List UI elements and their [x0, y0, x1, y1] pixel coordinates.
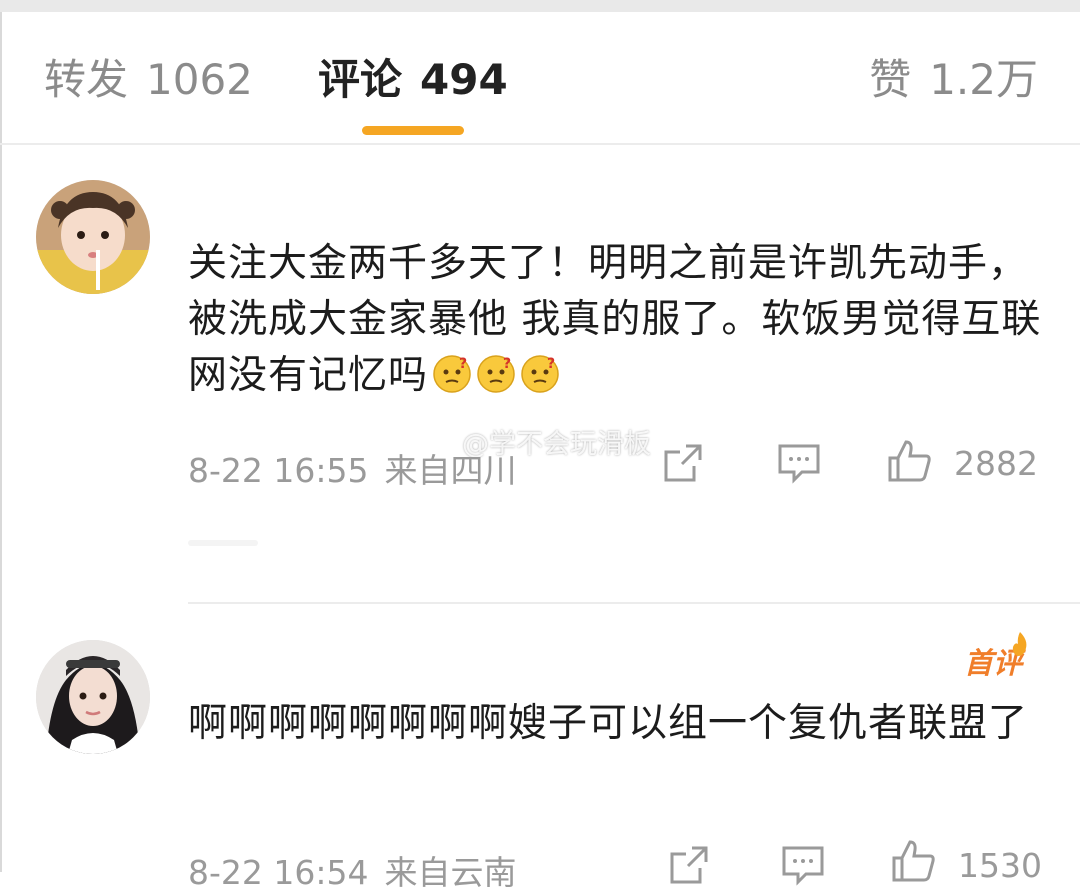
tab-comments-label: 评论: [318, 55, 403, 104]
tab-likes[interactable]: 赞 1.2万: [869, 56, 1038, 104]
avatar[interactable]: [36, 640, 150, 754]
share-icon[interactable]: [660, 440, 706, 486]
faint-mark: [188, 540, 258, 546]
svg-text:?: ?: [459, 356, 468, 372]
comment-body: 啊啊啊啊啊啊啊啊嫂子可以组一个复仇者联盟了: [188, 701, 1029, 746]
tabs-divider: [0, 143, 1080, 145]
tab-likes-count: 1.2万: [929, 55, 1038, 104]
like-icon[interactable]: [886, 438, 932, 484]
reply-icon[interactable]: [776, 440, 822, 486]
tab-comments-count: 494: [420, 55, 508, 104]
share-icon[interactable]: [666, 842, 712, 888]
thinking-emoji-icon: ?: [433, 355, 471, 393]
svg-text:?: ?: [503, 356, 512, 372]
like-count: 1530: [958, 846, 1042, 885]
flame-icon: [1012, 632, 1027, 656]
tab-forward-count: 1062: [146, 55, 253, 104]
like-icon[interactable]: [890, 838, 936, 884]
comment-meta: 8-22 16:55 来自四川: [188, 444, 517, 492]
tab-forward[interactable]: 转发 1062: [44, 56, 253, 104]
status-strip: [0, 0, 1080, 12]
tab-likes-label: 赞: [869, 55, 912, 104]
reply-icon[interactable]: [780, 842, 826, 888]
tab-comments[interactable]: 评论 494: [318, 56, 508, 104]
comment-location: 来自云南: [384, 853, 517, 892]
comment-location: 来自四川: [384, 451, 517, 490]
thinking-emoji-icon: ?: [477, 355, 515, 393]
comment-text: 啊啊啊啊啊啊啊啊嫂子可以组一个复仇者联盟了: [188, 696, 1048, 752]
first-comment-badge: 首评: [964, 632, 1027, 682]
comment-divider: [188, 602, 1080, 604]
comment-text: 关注大金两千多天了！明明之前是许凯先动手，被洗成大金家暴他 我真的服了。软饭男觉…: [188, 236, 1048, 404]
avatar[interactable]: [36, 180, 150, 294]
comment-meta: 8-22 16:54 来自云南: [188, 846, 517, 894]
like-count: 2882: [954, 444, 1038, 483]
comment-time: 8-22 16:54: [188, 853, 369, 892]
comment-time: 8-22 16:55: [188, 451, 369, 490]
tab-bar: 转发 1062 评论 494 赞 1.2万: [0, 12, 1080, 144]
tab-forward-label: 转发: [44, 55, 129, 104]
active-tab-indicator: [362, 126, 464, 135]
thinking-emoji-icon: ?: [521, 355, 559, 393]
comment-body: 关注大金两千多天了！明明之前是许凯先动手，被洗成大金家暴他 我真的服了。软饭男觉…: [188, 241, 1042, 398]
svg-text:?: ?: [547, 356, 556, 372]
